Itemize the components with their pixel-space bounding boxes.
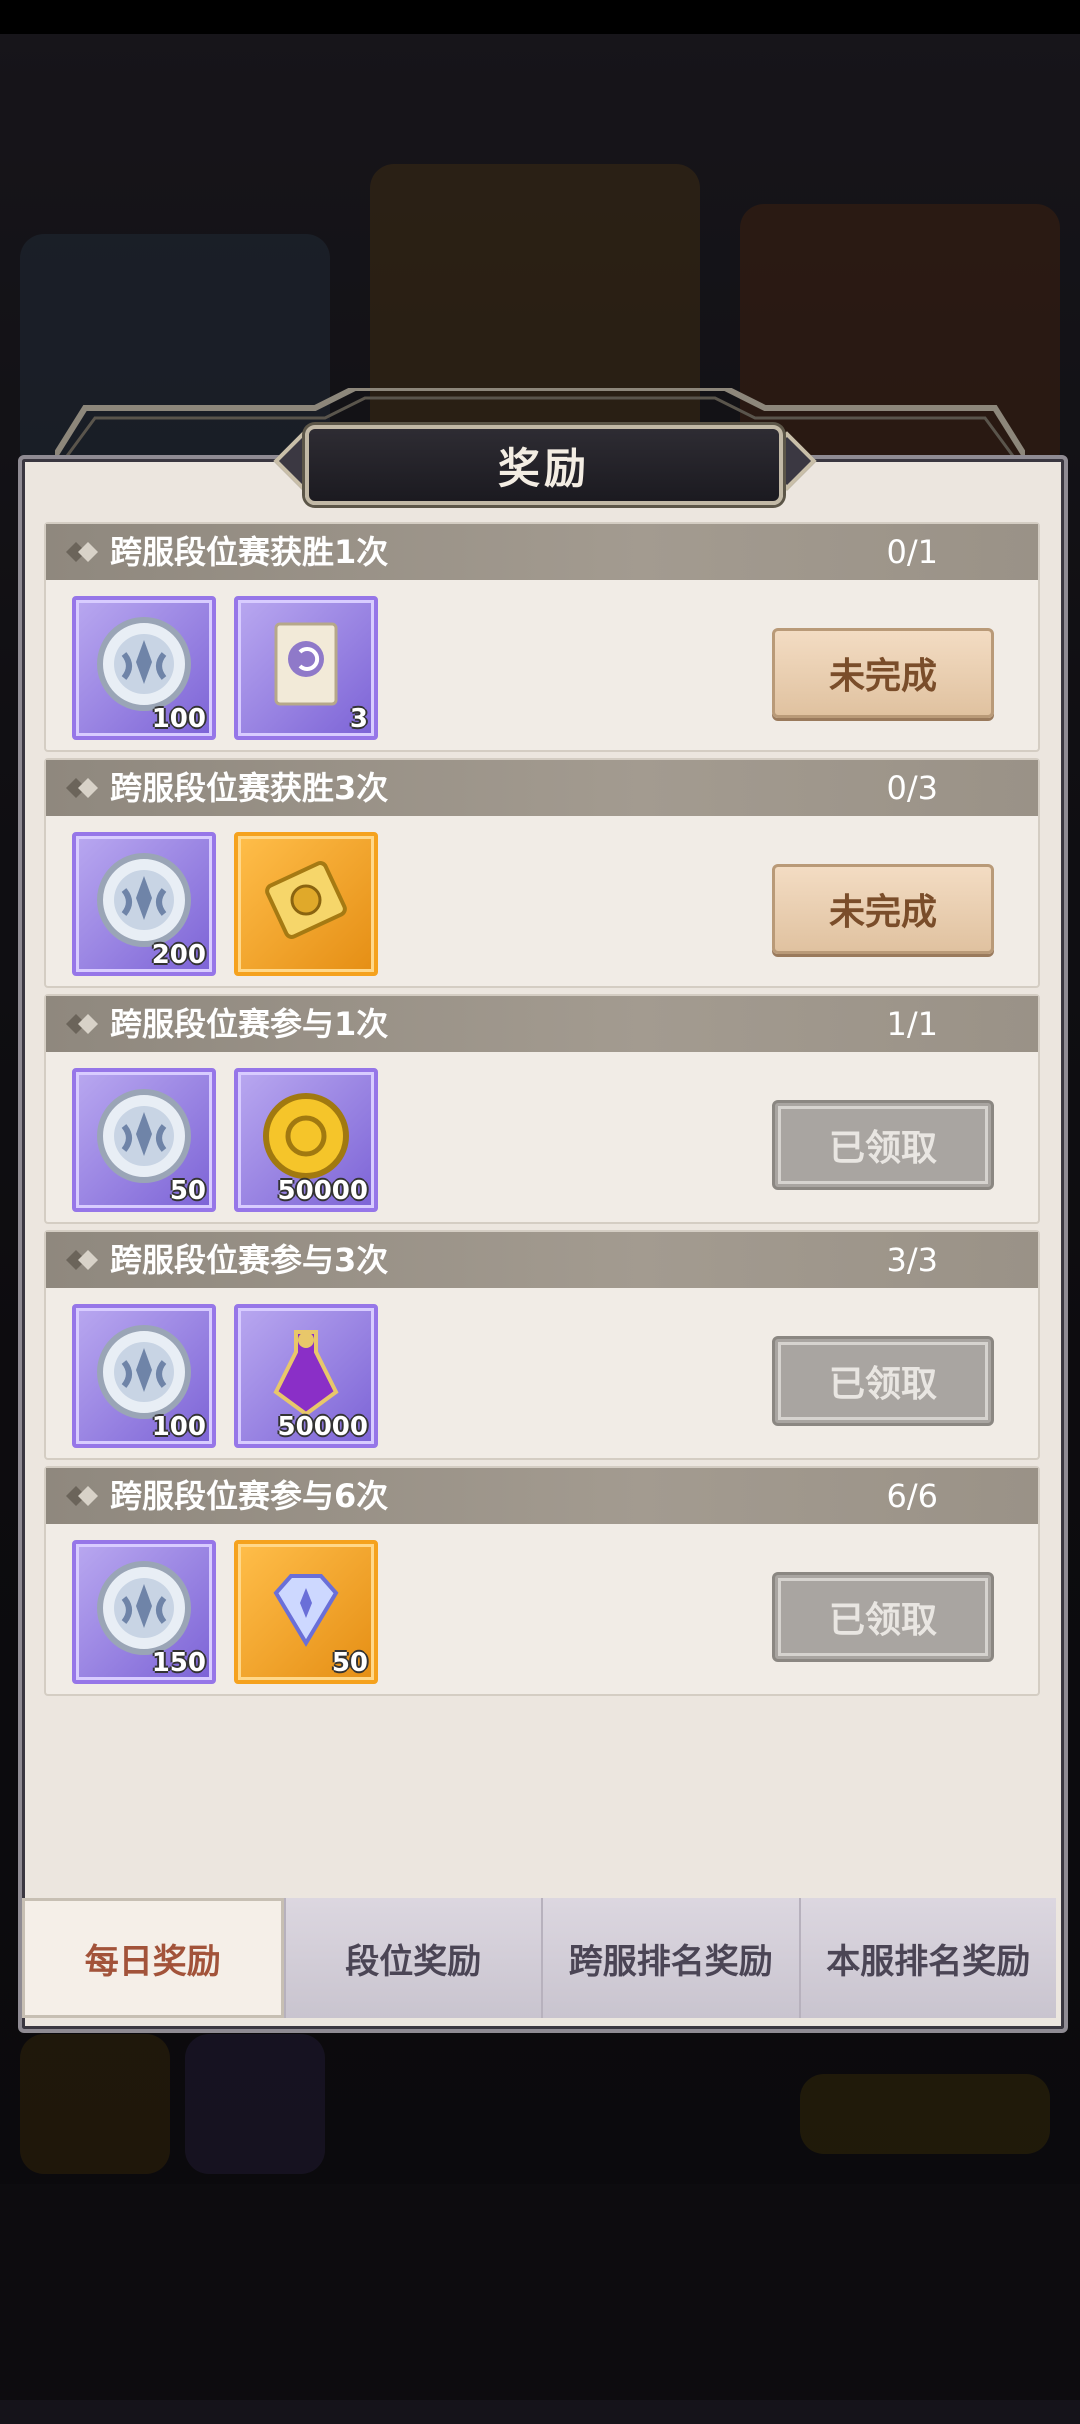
tab-server-ranking-rewards[interactable]: 本服排名奖励 bbox=[798, 1898, 1056, 2018]
reward-quantity: 3 bbox=[349, 704, 368, 734]
task-header: 跨服段位赛参与6次 6/6 bbox=[46, 1468, 1038, 1524]
reward-item[interactable] bbox=[234, 832, 378, 976]
dialog-title: 奖励 bbox=[497, 443, 590, 493]
reward-quantity: 50 bbox=[169, 1176, 206, 1206]
reward-quantity: 50 bbox=[331, 1648, 368, 1678]
incomplete-button[interactable]: 未完成 bbox=[772, 864, 994, 954]
reward-quantity: 100 bbox=[151, 704, 206, 734]
task-progress: 6/6 bbox=[886, 1477, 939, 1515]
claimed-button[interactable]: 已领取 bbox=[772, 1572, 994, 1662]
task-row: 跨服段位赛参与3次 3/3 100 50000 已领取 bbox=[44, 1230, 1040, 1460]
tab-bar: 每日奖励 段位奖励 跨服排名奖励 本服排名奖励 bbox=[22, 1898, 1056, 2018]
task-progress: 0/1 bbox=[886, 533, 939, 571]
incomplete-button[interactable]: 未完成 bbox=[772, 628, 994, 718]
task-header: 跨服段位赛参与3次 3/3 bbox=[46, 1232, 1038, 1288]
claimed-button[interactable]: 已领取 bbox=[772, 1100, 994, 1190]
reward-item[interactable]: 150 bbox=[72, 1540, 216, 1684]
reward-quantity: 50000 bbox=[277, 1412, 368, 1442]
task-row: 跨服段位赛获胜3次 0/3 200 未完成 bbox=[44, 758, 1040, 988]
task-title: 跨服段位赛参与3次 bbox=[110, 1241, 389, 1279]
task-header: 跨服段位赛获胜1次 0/1 bbox=[46, 524, 1038, 580]
task-row: 跨服段位赛参与1次 1/1 50 50000 已领取 bbox=[44, 994, 1040, 1224]
task-title: 跨服段位赛获胜1次 bbox=[110, 533, 389, 571]
diamond-icon bbox=[256, 1558, 356, 1658]
task-title: 跨服段位赛参与6次 bbox=[110, 1477, 389, 1515]
silver-medal-icon bbox=[94, 614, 194, 714]
reward-item[interactable]: 50000 bbox=[234, 1304, 378, 1448]
task-row: 跨服段位赛获胜1次 0/1 100 3 未完成 bbox=[44, 522, 1040, 752]
reward-quantity: 200 bbox=[151, 940, 206, 970]
scroll-ticket-icon bbox=[256, 614, 356, 714]
purple-potion-icon bbox=[256, 1322, 356, 1422]
reward-quantity: 150 bbox=[151, 1648, 206, 1678]
task-row: 跨服段位赛参与6次 6/6 150 50 已领取 bbox=[44, 1466, 1040, 1696]
reward-item[interactable]: 50 bbox=[234, 1540, 378, 1684]
dialog-title-plate: 奖励 bbox=[305, 425, 783, 505]
reward-item[interactable]: 200 bbox=[72, 832, 216, 976]
task-bullet-icon bbox=[66, 1014, 98, 1034]
task-bullet-icon bbox=[66, 542, 98, 562]
silver-medal-icon bbox=[94, 1322, 194, 1422]
silver-medal-icon bbox=[94, 1558, 194, 1658]
reward-item[interactable]: 100 bbox=[72, 1304, 216, 1448]
task-bullet-icon bbox=[66, 1486, 98, 1506]
reward-item[interactable]: 3 bbox=[234, 596, 378, 740]
tab-cross-server-ranking-rewards[interactable]: 跨服排名奖励 bbox=[541, 1898, 799, 2018]
reward-quantity: 100 bbox=[151, 1412, 206, 1442]
task-bullet-icon bbox=[66, 1250, 98, 1270]
silver-medal-icon bbox=[94, 1086, 194, 1186]
gold-coin-icon bbox=[256, 1086, 356, 1186]
reward-item[interactable]: 50000 bbox=[234, 1068, 378, 1212]
task-title: 跨服段位赛参与1次 bbox=[110, 1005, 389, 1043]
gold-ticket-icon bbox=[256, 850, 356, 950]
tab-rank-rewards[interactable]: 段位奖励 bbox=[283, 1898, 541, 2018]
task-progress: 0/3 bbox=[886, 769, 939, 807]
claimed-button[interactable]: 已领取 bbox=[772, 1336, 994, 1426]
task-header: 跨服段位赛获胜3次 0/3 bbox=[46, 760, 1038, 816]
reward-item[interactable]: 100 bbox=[72, 596, 216, 740]
task-title: 跨服段位赛获胜3次 bbox=[110, 769, 389, 807]
silver-medal-icon bbox=[94, 850, 194, 950]
reward-item[interactable]: 50 bbox=[72, 1068, 216, 1212]
reward-quantity: 50000 bbox=[277, 1176, 368, 1206]
task-bullet-icon bbox=[66, 778, 98, 798]
task-progress: 3/3 bbox=[886, 1241, 939, 1279]
tab-daily-rewards[interactable]: 每日奖励 bbox=[22, 1898, 284, 2018]
task-progress: 1/1 bbox=[886, 1005, 939, 1043]
task-header: 跨服段位赛参与1次 1/1 bbox=[46, 996, 1038, 1052]
